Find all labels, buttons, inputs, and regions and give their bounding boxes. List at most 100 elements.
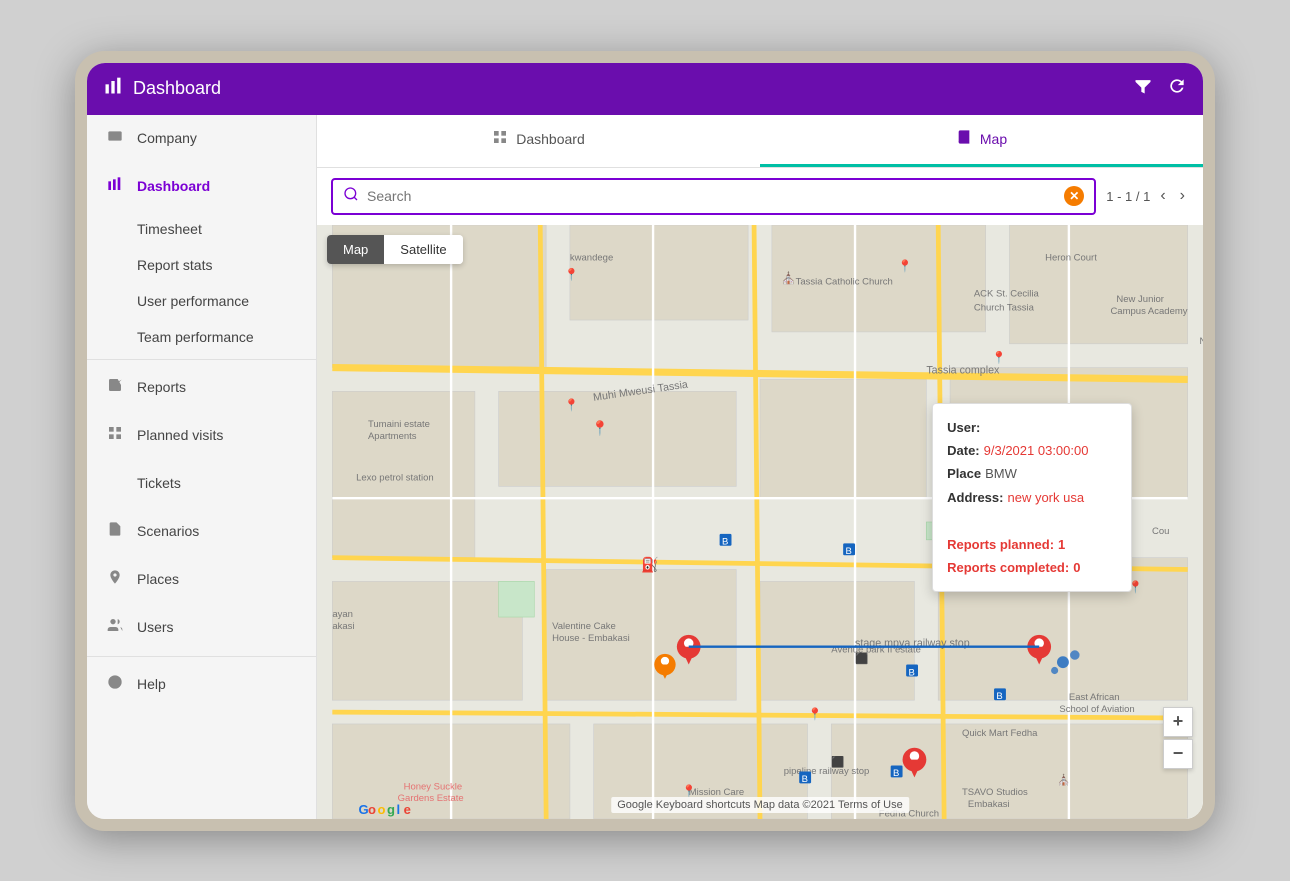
svg-text:Campus Academy: Campus Academy: [1110, 306, 1187, 317]
search-input[interactable]: [367, 188, 1056, 204]
sidebar-item-users[interactable]: Users: [87, 604, 316, 652]
svg-text:e: e: [404, 802, 411, 817]
sidebar-label-users: Users: [137, 619, 174, 635]
sidebar-label-user-performance: User performance: [137, 293, 249, 309]
svg-text:o: o: [368, 802, 376, 817]
sidebar-item-company[interactable]: Company: [87, 115, 316, 163]
svg-text:New Junior: New Junior: [1200, 335, 1203, 346]
popup-place-value: BMW: [985, 462, 1017, 485]
svg-text:B: B: [893, 768, 899, 779]
map-toggle-map-button[interactable]: Map: [327, 235, 384, 264]
svg-text:B: B: [846, 546, 852, 557]
svg-text:kwandege: kwandege: [570, 252, 613, 263]
sidebar-label-planned-visits: Planned visits: [137, 427, 223, 443]
map-attribution: Google Keyboard shortcuts Map data ©2021…: [611, 797, 909, 813]
pagination-next-button[interactable]: ›: [1176, 185, 1189, 207]
sidebar-label-timesheet: Timesheet: [137, 221, 202, 237]
search-box: ✕: [331, 178, 1096, 215]
app-header: Dashboard: [87, 63, 1203, 115]
planned-visits-icon: [105, 425, 125, 446]
content-area: Dashboard Map: [317, 115, 1203, 819]
svg-text:House - Embakasi: House - Embakasi: [552, 632, 630, 643]
tab-dashboard-label: Dashboard: [516, 131, 585, 147]
svg-text:Tumaini estate: Tumaini estate: [368, 418, 430, 429]
sidebar: Company Dashboard Timesheet Report stats…: [87, 115, 317, 819]
popup-reports-planned-label: Reports planned:: [947, 533, 1054, 556]
sidebar-item-report-stats[interactable]: Report stats: [87, 247, 316, 283]
sidebar-item-places[interactable]: Places: [87, 556, 316, 604]
svg-text:Tassia complex: Tassia complex: [926, 364, 1000, 376]
svg-text:Cou: Cou: [1152, 525, 1169, 536]
popup-date-value: 9/3/2021 03:00:00: [984, 439, 1089, 462]
zoom-out-button[interactable]: −: [1163, 739, 1193, 769]
map-toggle: Map Satellite: [327, 235, 463, 264]
svg-text:Embakasi: Embakasi: [968, 799, 1010, 810]
svg-text:School of Aviation: School of Aviation: [1059, 704, 1134, 715]
zoom-in-button[interactable]: +: [1163, 707, 1193, 737]
popup-date-label: Date:: [947, 439, 980, 462]
sidebar-item-planned-visits[interactable]: Planned visits: [87, 412, 316, 460]
sidebar-item-reports[interactable]: Reports: [87, 364, 316, 412]
pagination-info: 1 - 1 / 1 ‹ ›: [1106, 185, 1189, 207]
svg-text:B: B: [996, 691, 1002, 702]
svg-text:📍: 📍: [808, 707, 823, 721]
main-layout: Company Dashboard Timesheet Report stats…: [87, 115, 1203, 819]
svg-text:📍: 📍: [564, 398, 579, 412]
tablet-side-button: [75, 416, 79, 466]
search-bar-row: ✕ 1 - 1 / 1 ‹ ›: [317, 168, 1203, 225]
svg-text:⛽: ⛽: [641, 556, 659, 573]
svg-text:B: B: [722, 536, 728, 547]
popup-place-row: Place BMW: [947, 462, 1117, 485]
sidebar-item-scenarios[interactable]: Scenarios: [87, 508, 316, 556]
svg-text:Lexo petrol station: Lexo petrol station: [356, 472, 434, 483]
filter-button[interactable]: [1133, 76, 1153, 101]
sidebar-item-dashboard[interactable]: Dashboard: [87, 163, 316, 211]
sidebar-item-user-performance[interactable]: User performance: [87, 283, 316, 319]
tab-dashboard[interactable]: Dashboard: [317, 115, 760, 167]
svg-text:Apartments: Apartments: [368, 430, 417, 441]
popup-reports-planned-value: 1: [1058, 533, 1065, 556]
tab-map[interactable]: Map: [760, 115, 1203, 167]
tablet-frame: Dashboard Company: [75, 51, 1215, 831]
popup-reports-completed-row: Reports completed: 0: [947, 556, 1117, 579]
popup-address-value: new york usa: [1007, 486, 1084, 509]
header-title: Dashboard: [133, 78, 1133, 99]
pagination-text: 1 - 1 / 1: [1106, 189, 1150, 204]
sidebar-item-tickets[interactable]: Tickets: [87, 460, 316, 508]
sidebar-label-reports: Reports: [137, 379, 186, 395]
svg-text:ACK St. Cecilia: ACK St. Cecilia: [974, 288, 1040, 299]
tab-map-label: Map: [980, 131, 1007, 147]
sidebar-item-team-performance[interactable]: Team performance: [87, 319, 316, 355]
svg-text:akasi: akasi: [332, 620, 354, 631]
reports-icon: [105, 377, 125, 398]
svg-text:Tassia Catholic Church: Tassia Catholic Church: [796, 276, 893, 287]
dashboard-icon: [105, 176, 125, 197]
map-toggle-satellite-button[interactable]: Satellite: [384, 235, 462, 264]
svg-text:Quick Mart Fedha: Quick Mart Fedha: [962, 727, 1038, 738]
map-visual[interactable]: Muhi Mweusi Tassia Tassia complex pipeli…: [317, 225, 1203, 819]
popup-address-row: Address: new york usa: [947, 486, 1117, 509]
tabs-bar: Dashboard Map: [317, 115, 1203, 168]
popup-reports-completed-label: Reports completed:: [947, 556, 1069, 579]
sidebar-item-help[interactable]: Help: [87, 661, 316, 709]
search-clear-button[interactable]: ✕: [1064, 186, 1084, 206]
sidebar-label-report-stats: Report stats: [137, 257, 212, 273]
company-icon: [105, 128, 125, 149]
refresh-button[interactable]: [1167, 76, 1187, 101]
popup-user-row: User:: [947, 416, 1117, 439]
sidebar-item-timesheet[interactable]: Timesheet: [87, 211, 316, 247]
svg-text:📍: 📍: [564, 267, 579, 281]
sidebar-label-scenarios: Scenarios: [137, 523, 199, 539]
sidebar-divider-2: [87, 656, 316, 657]
svg-text:B: B: [909, 667, 915, 678]
tab-map-icon: [956, 129, 972, 150]
header-actions: [1133, 76, 1187, 101]
svg-text:B: B: [802, 774, 808, 785]
svg-text:📍: 📍: [898, 259, 913, 273]
svg-text:g: g: [387, 802, 395, 817]
svg-text:ayan: ayan: [332, 609, 353, 620]
sidebar-label-dashboard: Dashboard: [137, 178, 210, 194]
map-zoom-controls: + −: [1163, 707, 1193, 769]
pagination-prev-button[interactable]: ‹: [1156, 185, 1169, 207]
popup-place-label: Place: [947, 462, 981, 485]
